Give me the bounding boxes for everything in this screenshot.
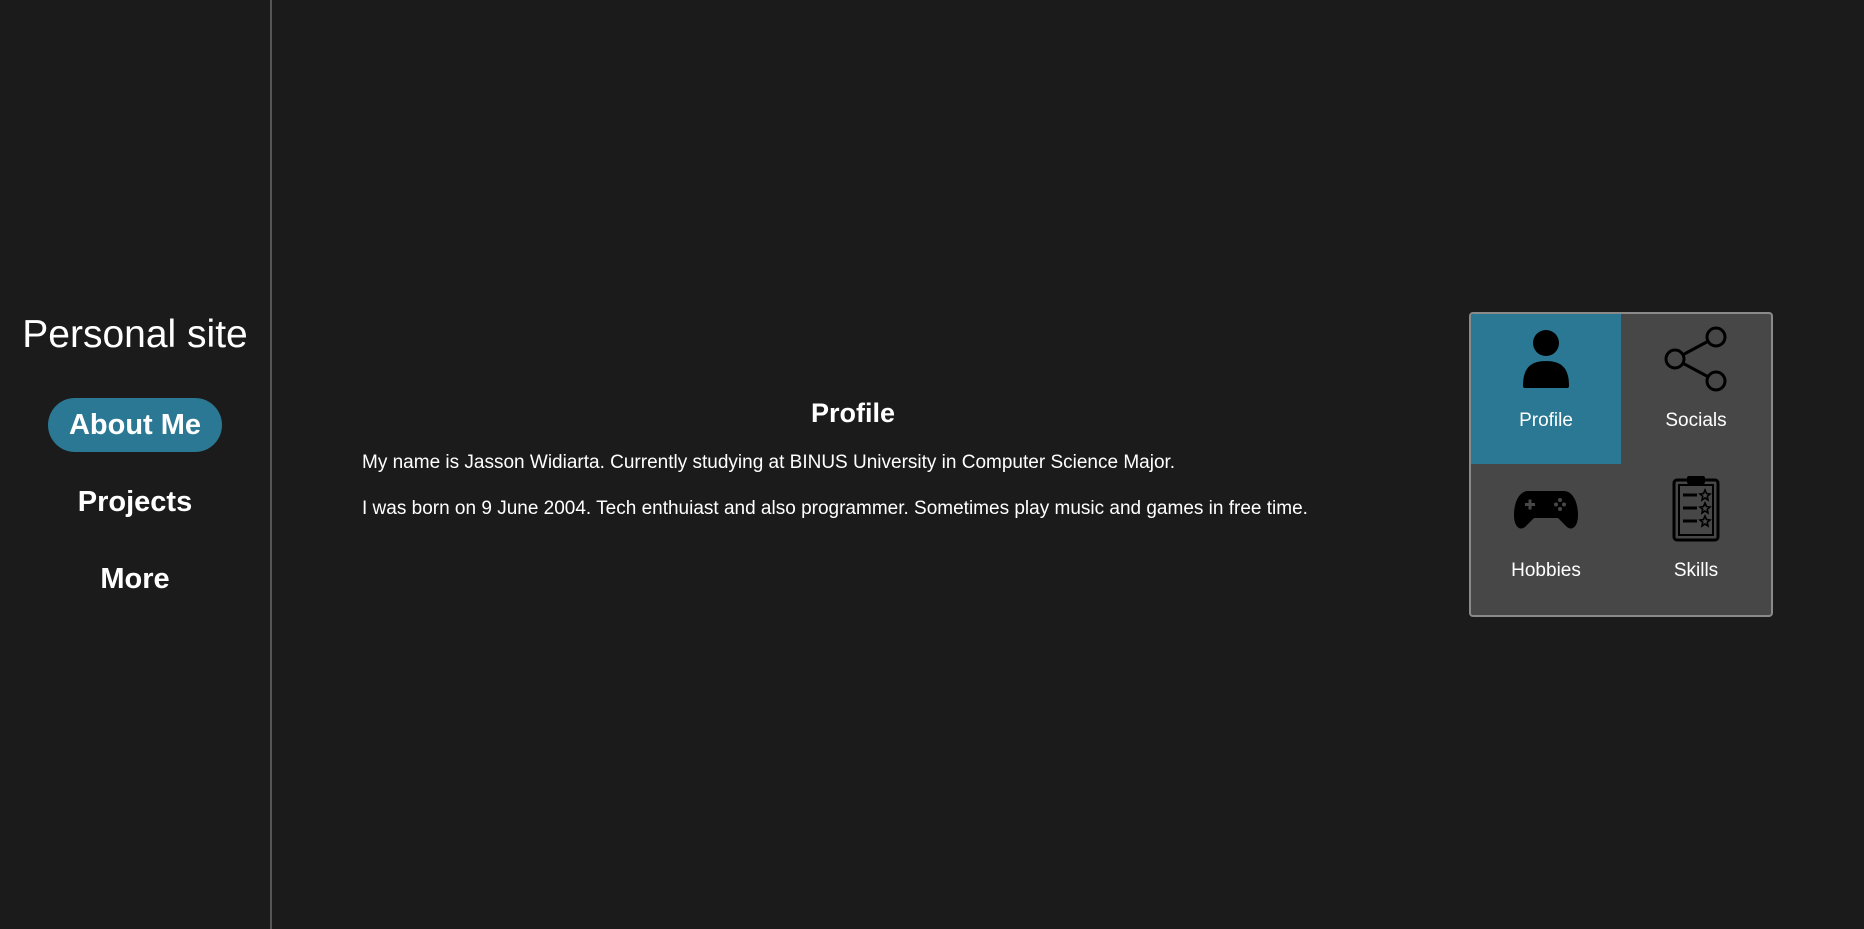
clipboard-icon — [1621, 472, 1771, 546]
nav-item-more[interactable]: More — [48, 552, 222, 606]
tile-label-hobbies: Hobbies — [1511, 560, 1581, 581]
user-icon — [1471, 322, 1621, 396]
gamepad-icon — [1471, 472, 1621, 546]
tile-label-skills: Skills — [1673, 560, 1719, 581]
profile-section: Profile My name is Jasson Widiarta. Curr… — [362, 398, 1362, 543]
tile-label-profile: Profile — [1519, 410, 1573, 431]
tile-profile[interactable]: Profile — [1471, 314, 1621, 464]
tile-skills[interactable]: Skills — [1621, 464, 1771, 615]
section-menu-grid: Profile Socials Hobbies Skills — [1469, 312, 1773, 617]
share-icon — [1621, 322, 1771, 396]
tile-hobbies[interactable]: Hobbies — [1471, 464, 1621, 615]
sidebar: Personal site About Me Projects More — [0, 0, 272, 929]
sidebar-nav: About Me Projects More — [0, 398, 270, 629]
tile-label-socials: Socials — [1665, 410, 1727, 431]
profile-paragraph-2: I was born on 9 June 2004. Tech enthuias… — [362, 498, 1308, 519]
page: Personal site About Me Projects More Pro… — [0, 0, 1864, 929]
nav-item-about-me[interactable]: About Me — [48, 398, 222, 452]
site-title: Personal site — [22, 313, 248, 356]
section-title: Profile — [810, 398, 896, 428]
tile-socials[interactable]: Socials — [1621, 314, 1771, 464]
profile-paragraph-1: My name is Jasson Widiarta. Currently st… — [362, 452, 1176, 473]
nav-item-projects[interactable]: Projects — [48, 475, 222, 529]
